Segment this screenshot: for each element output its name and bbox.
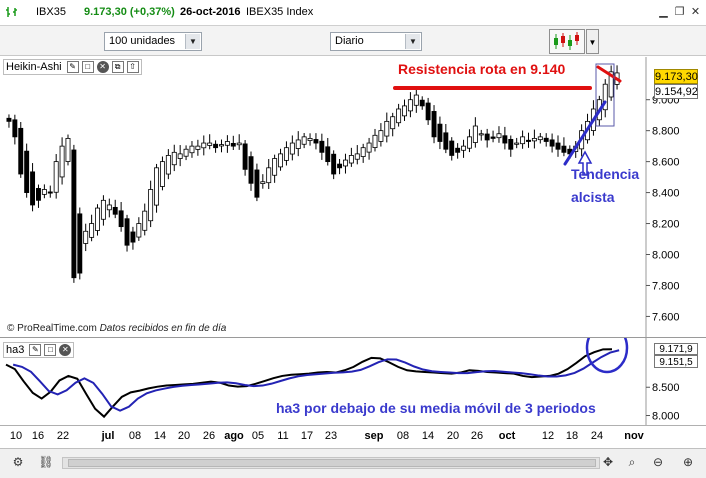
indicator-label: ha3 bbox=[6, 344, 25, 356]
chevron-down-icon: ▼ bbox=[405, 34, 420, 49]
x-day-label: 23 bbox=[324, 430, 338, 442]
price-chart[interactable]: 9.0008.8008.6008.4008.2008.0007.8007.600… bbox=[0, 57, 706, 337]
x-day-label: 18 bbox=[565, 430, 579, 442]
y-tick-label: 8.800 bbox=[652, 126, 680, 138]
price-panel-header: Heikin-Ashi ✎ □ ✕ ⧉ ⇧ bbox=[3, 59, 142, 75]
x-day-label: 14 bbox=[153, 430, 167, 442]
chart-style-label: Heikin-Ashi bbox=[6, 61, 62, 73]
candle bbox=[71, 144, 77, 283]
candle bbox=[24, 143, 30, 198]
indicator-panel: 8.500 8.000 ha3 por debajo de su media móv… bbox=[0, 337, 706, 426]
y-tick-label: 8.400 bbox=[652, 188, 680, 200]
y-tick-label: 8.000 bbox=[652, 250, 680, 262]
x-day-label: 08 bbox=[396, 430, 410, 442]
scrollbar-thumb[interactable] bbox=[68, 459, 596, 467]
date-axis: 10 16 22 jul 08 14 20 26 ago 05 11 17 23 sep 08 14 20 26 o… bbox=[0, 425, 706, 447]
pan-icon[interactable]: ✥ bbox=[600, 454, 616, 470]
window-icon[interactable]: □ bbox=[44, 344, 57, 356]
indicator-panel-header: ha3 ✎ □ ✕ bbox=[3, 342, 75, 358]
horizontal-scrollbar[interactable] bbox=[62, 457, 600, 469]
x-month-label: ago bbox=[224, 430, 244, 442]
quantity-value: 100 unidades bbox=[109, 35, 176, 47]
indicator-value-bottom: 9.151,5 bbox=[654, 355, 698, 368]
chevron-down-icon: ▼ bbox=[185, 34, 200, 49]
chart-type-dropdown[interactable]: ▼ bbox=[586, 29, 599, 54]
indicator-value-top: 9.171,9 bbox=[654, 343, 698, 355]
move-up-icon[interactable]: ⇧ bbox=[126, 61, 139, 73]
price-chart-panel: 9.000 8.800 8.600 8.400 8.200 8.000 7.800 7.600… bbox=[0, 57, 706, 337]
candle bbox=[65, 134, 71, 166]
zoom-icon[interactable]: ⌕ bbox=[624, 454, 640, 470]
indicator-annotation: ha3 por debajo de su media móvil de 3 pe… bbox=[276, 400, 596, 416]
wrench-icon[interactable]: ✎ bbox=[29, 344, 42, 356]
x-month-label: sep bbox=[364, 430, 384, 442]
y-tick-label: 8.200 bbox=[652, 219, 680, 231]
close-icon[interactable]: ✕ bbox=[96, 61, 109, 73]
window-icon[interactable]: □ bbox=[81, 61, 94, 73]
chart-type-button[interactable] bbox=[549, 29, 585, 54]
indicator-chart[interactable]: 8.500 8.000 ha3 por debajo de su media móv… bbox=[0, 338, 706, 426]
resistance-label: Resistencia rota en 9.140 bbox=[398, 61, 566, 77]
symbol-name: IBX35 bbox=[36, 6, 66, 18]
trend-label-line1: Tendencia bbox=[571, 166, 639, 182]
candle bbox=[18, 121, 24, 178]
x-day-label: 26 bbox=[202, 430, 216, 442]
price-change: 9.173,30 (+0,37%) bbox=[84, 6, 175, 18]
period-value: Diario bbox=[335, 35, 364, 47]
x-day-label: 17 bbox=[300, 430, 314, 442]
x-day-label: 12 bbox=[541, 430, 555, 442]
copyright-notice: © ProRealTime.com Datos recibidos en fin… bbox=[7, 323, 226, 334]
x-day-label: 05 bbox=[251, 430, 265, 442]
x-day-label: 14 bbox=[421, 430, 435, 442]
y-tick-label: 7.800 bbox=[652, 280, 680, 292]
x-day-label: 20 bbox=[446, 430, 460, 442]
candle bbox=[154, 163, 160, 213]
chart-symbol-icon bbox=[6, 7, 17, 17]
close-icon[interactable]: ✕ bbox=[59, 344, 72, 356]
x-month-label: jul bbox=[101, 430, 115, 442]
candle bbox=[77, 207, 83, 280]
wrench-icon[interactable]: ✎ bbox=[66, 61, 79, 73]
last-price-tag: 9.173,30 bbox=[654, 69, 698, 84]
x-day-label: 10 bbox=[9, 430, 23, 442]
minimize-icon[interactable]: ▁ bbox=[656, 5, 671, 19]
candle bbox=[159, 156, 165, 191]
ind-y-tick-label: 8.000 bbox=[652, 411, 680, 423]
y-tick-label: 7.600 bbox=[652, 311, 680, 323]
x-day-label: 26 bbox=[470, 430, 484, 442]
x-day-label: 16 bbox=[31, 430, 45, 442]
x-day-label: 22 bbox=[56, 430, 70, 442]
title-bar: IBX35 9.173,30 (+0,37%) 26-oct-2016 IBEX… bbox=[0, 0, 706, 26]
x-day-label: 11 bbox=[277, 430, 289, 442]
zoom-in-icon[interactable]: ⊕ bbox=[680, 454, 696, 470]
x-day-label: 20 bbox=[177, 430, 191, 442]
close-icon[interactable]: ✕ bbox=[688, 5, 703, 19]
trend-label-line2: alcista bbox=[571, 189, 615, 205]
x-month-label: oct bbox=[498, 430, 516, 442]
period-select[interactable]: Diario ▼ bbox=[330, 32, 422, 51]
duplicate-icon[interactable]: ⧉ bbox=[111, 61, 124, 73]
x-day-label: 08 bbox=[128, 430, 142, 442]
reference-price-tag: 9.154,92 bbox=[654, 84, 698, 99]
x-day-label: 24 bbox=[590, 430, 604, 442]
chart-settings-icon[interactable]: ⚙ bbox=[10, 454, 26, 470]
bottom-bar: ⚙ ⛓ ✥ ⌕ ⊖ ⊕ bbox=[0, 448, 706, 478]
toolbar: 100 unidades ▼ Diario ▼ ▼ bbox=[0, 26, 706, 56]
link-icon[interactable]: ⛓ bbox=[38, 454, 54, 470]
ind-y-tick-label: 8.500 bbox=[652, 382, 680, 394]
quantity-select[interactable]: 100 unidades ▼ bbox=[104, 32, 202, 51]
restore-icon[interactable]: ❐ bbox=[672, 5, 687, 19]
x-month-label: nov bbox=[624, 430, 644, 442]
copyright-text: © ProRealTime.com bbox=[7, 323, 97, 334]
candlestick-chart-icon bbox=[554, 32, 579, 50]
data-note: Datos recibidos en fin de día bbox=[99, 323, 227, 334]
quote-date: 26-oct-2016 bbox=[180, 6, 241, 18]
instrument-name: IBEX35 Index bbox=[246, 6, 314, 18]
zoom-out-icon[interactable]: ⊖ bbox=[650, 454, 666, 470]
y-tick-label: 8.600 bbox=[652, 157, 680, 169]
